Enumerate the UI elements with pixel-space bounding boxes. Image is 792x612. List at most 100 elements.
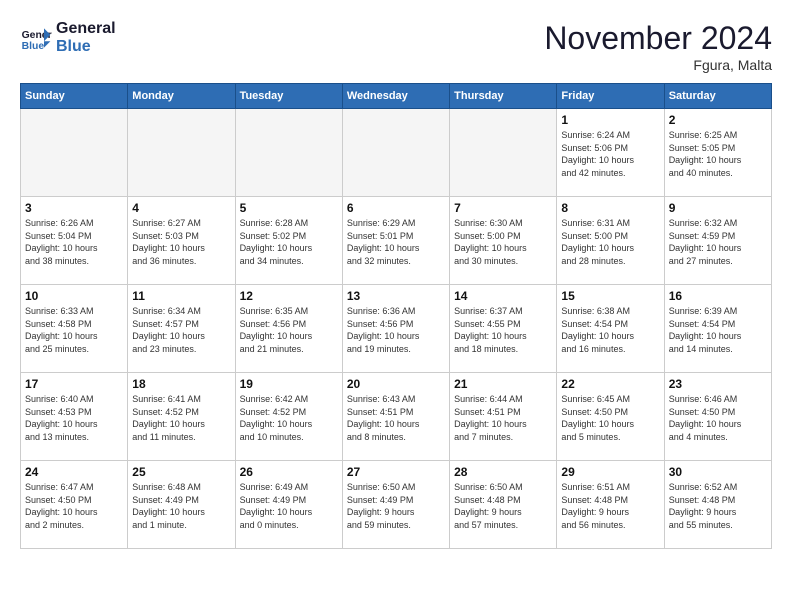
day-number: 10 (25, 289, 123, 303)
calendar-cell: 28Sunrise: 6:50 AMSunset: 4:48 PMDayligh… (450, 461, 557, 549)
cell-content: Sunrise: 6:48 AMSunset: 4:49 PMDaylight:… (132, 481, 230, 531)
calendar-cell: 13 Sunrise: 6:36 AMSunset: 4:56 PMDayligh… (342, 285, 449, 373)
day-number: 5 (240, 201, 338, 215)
cell-content: Sunrise: 6:52 AMSunset: 4:48 PMDaylight:… (669, 481, 767, 531)
location: Fgura, Malta (544, 57, 772, 73)
cell-content: Sunrise: 6:27 AMSunset: 5:03 PMDaylight:… (132, 217, 230, 267)
weekday-header-monday: Monday (128, 84, 235, 109)
cell-content: Sunrise: 6:42 AMSunset: 4:52 PMDaylight:… (240, 393, 338, 443)
cell-content: Sunrise: 6:45 AMSunset: 4:50 PMDaylight:… (561, 393, 659, 443)
logo-blue: Blue (56, 38, 116, 56)
cell-content: Sunrise: 6:24 AMSunset: 5:06 PMDaylight:… (561, 129, 659, 179)
cell-content: Sunrise: 6:50 AMSunset: 4:49 PMDaylight:… (347, 481, 445, 531)
calendar-cell: 5 Sunrise: 6:28 AMSunset: 5:02 PMDaylight… (235, 197, 342, 285)
calendar-cell: 6Sunrise: 6:29 AMSunset: 5:01 PMDaylight… (342, 197, 449, 285)
cell-content: Sunrise: 6:25 AMSunset: 5:05 PMDaylight:… (669, 129, 767, 179)
cell-content: Sunrise: 6:33 AMSunset: 4:58 PMDaylight:… (25, 305, 123, 355)
day-number: 13 (347, 289, 445, 303)
day-number: 18 (132, 377, 230, 391)
day-number: 29 (561, 465, 659, 479)
calendar-cell (21, 109, 128, 197)
calendar-cell: 8Sunrise: 6:31 AMSunset: 5:00 PMDaylight… (557, 197, 664, 285)
cell-content: Sunrise: 6:47 AMSunset: 4:50 PMDaylight:… (25, 481, 123, 531)
weekday-header-tuesday: Tuesday (235, 84, 342, 109)
calendar-cell: 18 Sunrise: 6:41 AMSunset: 4:52 PMDayligh… (128, 373, 235, 461)
weekday-header-row: SundayMondayTuesdayWednesdayThursdayFrid… (21, 84, 772, 109)
calendar-cell: 11 Sunrise: 6:34 AMSunset: 4:57 PMDayligh… (128, 285, 235, 373)
cell-content: Sunrise: 6:40 AMSunset: 4:53 PMDaylight:… (25, 393, 123, 443)
calendar-cell: 22 Sunrise: 6:45 AMSunset: 4:50 PMDayligh… (557, 373, 664, 461)
month-title: November 2024 (544, 20, 772, 57)
day-number: 3 (25, 201, 123, 215)
cell-content: Sunrise: 6:35 AMSunset: 4:56 PMDaylight:… (240, 305, 338, 355)
day-number: 30 (669, 465, 767, 479)
cell-content: Sunrise: 6:46 AMSunset: 4:50 PMDaylight:… (669, 393, 767, 443)
day-number: 24 (25, 465, 123, 479)
day-number: 25 (132, 465, 230, 479)
cell-content: Sunrise: 6:34 AMSunset: 4:57 PMDaylight:… (132, 305, 230, 355)
calendar-cell (342, 109, 449, 197)
day-number: 22 (561, 377, 659, 391)
cell-content: Sunrise: 6:49 AMSunset: 4:49 PMDaylight:… (240, 481, 338, 531)
calendar-cell (235, 109, 342, 197)
calendar-cell: 1 Sunrise: 6:24 AMSunset: 5:06 PMDaylight… (557, 109, 664, 197)
day-number: 27 (347, 465, 445, 479)
day-number: 20 (347, 377, 445, 391)
day-number: 8 (561, 201, 659, 215)
calendar-cell: 21 Sunrise: 6:44 AMSunset: 4:51 PMDayligh… (450, 373, 557, 461)
day-number: 14 (454, 289, 552, 303)
logo-icon: General Blue (20, 22, 52, 54)
cell-content: Sunrise: 6:50 AMSunset: 4:48 PMDaylight:… (454, 481, 552, 531)
calendar-cell: 2Sunrise: 6:25 AMSunset: 5:05 PMDaylight… (664, 109, 771, 197)
calendar-cell: 3 Sunrise: 6:26 AMSunset: 5:04 PMDaylight… (21, 197, 128, 285)
calendar-cell: 16 Sunrise: 6:39 AMSunset: 4:54 PMDayligh… (664, 285, 771, 373)
calendar-cell: 12Sunrise: 6:35 AMSunset: 4:56 PMDayligh… (235, 285, 342, 373)
calendar-cell: 4 Sunrise: 6:27 AMSunset: 5:03 PMDaylight… (128, 197, 235, 285)
week-row-1: 1 Sunrise: 6:24 AMSunset: 5:06 PMDaylight… (21, 109, 772, 197)
weekday-header-sunday: Sunday (21, 84, 128, 109)
day-number: 11 (132, 289, 230, 303)
calendar-cell: 25 Sunrise: 6:48 AMSunset: 4:49 PMDayligh… (128, 461, 235, 549)
calendar-cell: 7Sunrise: 6:30 AMSunset: 5:00 PMDaylight… (450, 197, 557, 285)
calendar-cell: 27 Sunrise: 6:50 AMSunset: 4:49 PMDayligh… (342, 461, 449, 549)
week-row-4: 17 Sunrise: 6:40 AMSunset: 4:53 PMDayligh… (21, 373, 772, 461)
cell-content: Sunrise: 6:32 AMSunset: 4:59 PMDaylight:… (669, 217, 767, 267)
day-number: 4 (132, 201, 230, 215)
week-row-3: 10 Sunrise: 6:33 AMSunset: 4:58 PMDayligh… (21, 285, 772, 373)
day-number: 17 (25, 377, 123, 391)
day-number: 26 (240, 465, 338, 479)
calendar-cell: 26 Sunrise: 6:49 AMSunset: 4:49 PMDayligh… (235, 461, 342, 549)
calendar-cell: 23 Sunrise: 6:46 AMSunset: 4:50 PMDayligh… (664, 373, 771, 461)
day-number: 15 (561, 289, 659, 303)
day-number: 16 (669, 289, 767, 303)
calendar-cell: 17 Sunrise: 6:40 AMSunset: 4:53 PMDayligh… (21, 373, 128, 461)
day-number: 21 (454, 377, 552, 391)
cell-content: Sunrise: 6:51 AMSunset: 4:48 PMDaylight:… (561, 481, 659, 531)
weekday-header-thursday: Thursday (450, 84, 557, 109)
calendar-cell: 10 Sunrise: 6:33 AMSunset: 4:58 PMDayligh… (21, 285, 128, 373)
calendar-cell: 29 Sunrise: 6:51 AMSunset: 4:48 PMDayligh… (557, 461, 664, 549)
page-header: General Blue General Blue November 2024 … (20, 20, 772, 73)
calendar-cell: 9Sunrise: 6:32 AMSunset: 4:59 PMDaylight… (664, 197, 771, 285)
calendar-cell: 14Sunrise: 6:37 AMSunset: 4:55 PMDayligh… (450, 285, 557, 373)
cell-content: Sunrise: 6:44 AMSunset: 4:51 PMDaylight:… (454, 393, 552, 443)
day-number: 1 (561, 113, 659, 127)
calendar-cell: 15 Sunrise: 6:38 AMSunset: 4:54 PMDayligh… (557, 285, 664, 373)
calendar-cell (450, 109, 557, 197)
calendar-table: SundayMondayTuesdayWednesdayThursdayFrid… (20, 83, 772, 549)
cell-content: Sunrise: 6:41 AMSunset: 4:52 PMDaylight:… (132, 393, 230, 443)
weekday-header-friday: Friday (557, 84, 664, 109)
day-number: 23 (669, 377, 767, 391)
weekday-header-saturday: Saturday (664, 84, 771, 109)
logo: General Blue General Blue (20, 20, 116, 56)
calendar-cell: 19Sunrise: 6:42 AMSunset: 4:52 PMDayligh… (235, 373, 342, 461)
logo-general: General (56, 20, 116, 38)
cell-content: Sunrise: 6:39 AMSunset: 4:54 PMDaylight:… (669, 305, 767, 355)
week-row-5: 24 Sunrise: 6:47 AMSunset: 4:50 PMDayligh… (21, 461, 772, 549)
calendar-cell: 24 Sunrise: 6:47 AMSunset: 4:50 PMDayligh… (21, 461, 128, 549)
cell-content: Sunrise: 6:28 AMSunset: 5:02 PMDaylight:… (240, 217, 338, 267)
cell-content: Sunrise: 6:38 AMSunset: 4:54 PMDaylight:… (561, 305, 659, 355)
cell-content: Sunrise: 6:26 AMSunset: 5:04 PMDaylight:… (25, 217, 123, 267)
calendar-cell: 30 Sunrise: 6:52 AMSunset: 4:48 PMDayligh… (664, 461, 771, 549)
cell-content: Sunrise: 6:36 AMSunset: 4:56 PMDaylight:… (347, 305, 445, 355)
